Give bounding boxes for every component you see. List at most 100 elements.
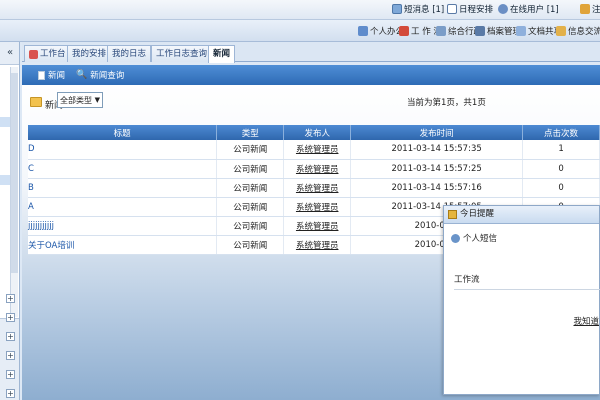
news-clicks: 0: [522, 159, 600, 179]
news-title-link[interactable]: jjjjjjjjjjj: [28, 216, 218, 236]
workflow-icon: [399, 26, 409, 36]
admin-icon: [436, 26, 446, 36]
tab-label: 工作台: [40, 48, 66, 59]
col-header-title[interactable]: 标题: [28, 125, 218, 140]
user-icon: [498, 4, 508, 14]
news-link-label: 新闻: [48, 71, 66, 81]
doc-share-icon: [516, 26, 526, 36]
popup-titlebar[interactable]: 今日提醒: [444, 206, 599, 224]
news-type: 公司新闻: [216, 216, 285, 236]
left-nav-tree: [0, 64, 19, 319]
expand-icon[interactable]: +: [6, 332, 15, 341]
divider: [454, 289, 600, 290]
tab-work-log-query[interactable]: 工作日志查询: [151, 45, 213, 62]
expand-icon[interactable]: +: [6, 370, 15, 379]
news-clicks: 1: [522, 140, 600, 160]
news-title-link[interactable]: C: [28, 159, 218, 179]
news-title-link[interactable]: B: [28, 178, 218, 198]
chat-icon: [556, 26, 566, 36]
tab-news[interactable]: 新闻: [208, 45, 236, 63]
news-publisher[interactable]: 系统管理员: [283, 178, 352, 198]
news-type: 公司新闻: [216, 197, 285, 217]
schedule-label: 日程安排: [459, 5, 494, 15]
workflow-reminder: 工作流: [454, 275, 480, 285]
news-subbar: 新闻 🔍 新闻查询: [22, 65, 600, 85]
schedule-link[interactable]: 日程安排: [447, 3, 493, 15]
user-message-icon: [451, 233, 460, 243]
tab-label: 我的日志: [112, 48, 147, 59]
col-header-type[interactable]: 类型: [216, 125, 285, 140]
reminder-icon: [448, 210, 457, 219]
personal-message-link[interactable]: 个人短信: [451, 232, 497, 244]
news-publisher[interactable]: 系统管理员: [283, 235, 352, 255]
expand-icon[interactable]: +: [6, 389, 15, 398]
left-scrollbar[interactable]: [10, 67, 18, 317]
tab-label: 工作日志查询: [156, 48, 208, 59]
table-row[interactable]: D 公司新闻 系统管理员 2011-03-14 15:57:35 1: [28, 140, 600, 160]
expand-icon[interactable]: +: [6, 313, 15, 322]
messages-label: 短消息 [1]: [404, 5, 445, 15]
tab-strip: 工作台 我的安排 我的日志 工作日志查询 新闻: [22, 42, 600, 63]
tab-label: 新闻: [213, 49, 231, 59]
logout-link[interactable]: 注: [580, 3, 600, 15]
module-archive[interactable]: 档案管理: [475, 25, 521, 37]
left-nav-item[interactable]: [0, 175, 10, 185]
news-query-link[interactable]: 🔍 新闻查询: [76, 69, 124, 81]
news-type: 公司新闻: [216, 178, 285, 198]
module-personal-office[interactable]: 个人办公: [358, 25, 404, 37]
online-users-label: 在线用户 [1]: [510, 5, 559, 15]
news-clicks: 0: [522, 178, 600, 198]
module-toolbar: 个人办公 工 作 流 综合行政 档案管理 文档共享 信息交流: [0, 20, 600, 42]
dropdown-arrow-icon: ▼: [94, 96, 100, 104]
news-publisher[interactable]: 系统管理员: [283, 197, 352, 217]
left-nav-panel: « + + + + + +: [0, 42, 20, 400]
logout-label: 注: [592, 5, 600, 15]
module-info-exchange[interactable]: 信息交流: [556, 25, 600, 37]
left-nav-item[interactable]: [0, 117, 10, 127]
news-title-link[interactable]: D: [28, 140, 218, 160]
expand-icon[interactable]: +: [6, 294, 15, 303]
person-icon: [358, 26, 368, 36]
expand-icon[interactable]: +: [6, 351, 15, 360]
news-type: 公司新闻: [216, 140, 285, 160]
news-title-link[interactable]: A: [28, 197, 218, 217]
news-time: 2011-03-14 15:57:16: [350, 178, 524, 198]
news-publisher[interactable]: 系统管理员: [283, 159, 352, 179]
news-type-value: 全部类型: [60, 95, 92, 105]
acknowledge-link[interactable]: 我知道: [573, 315, 599, 327]
news-publisher[interactable]: 系统管理员: [283, 216, 352, 236]
module-label: 信息交流: [568, 27, 600, 37]
watermark: 知乎 @蚂: [512, 358, 577, 376]
online-users-link[interactable]: 在线用户 [1]: [498, 3, 559, 15]
archive-icon: [475, 26, 485, 36]
news-type: 公司新闻: [216, 235, 285, 255]
tab-my-schedule[interactable]: 我的安排: [67, 45, 112, 62]
message-icon: [392, 4, 402, 14]
news-title-link[interactable]: 关于OA培训: [28, 235, 218, 255]
search-icon: 🔍: [76, 70, 88, 80]
folder-icon: [30, 96, 42, 107]
collapse-panel-icon[interactable]: «: [2, 46, 18, 60]
news-type: 公司新闻: [216, 159, 285, 179]
col-header-time[interactable]: 发布时间: [350, 125, 524, 140]
table-header-row: 标题 类型 发布人 发布时间 点击次数: [28, 125, 600, 140]
news-type-select[interactable]: 全部类型 ▼: [57, 92, 103, 108]
page-info: 当前为第1页，共1页: [407, 98, 486, 108]
news-publisher[interactable]: 系统管理员: [283, 140, 352, 160]
news-time: 2011-03-14 15:57:25: [350, 159, 524, 179]
messages-link[interactable]: 短消息 [1]: [392, 3, 444, 15]
news-link[interactable]: 新闻: [38, 69, 65, 81]
table-row[interactable]: B 公司新闻 系统管理员 2011-03-14 15:57:16 0: [28, 178, 600, 198]
popup-title: 今日提醒: [460, 209, 495, 219]
table-row[interactable]: C 公司新闻 系统管理员 2011-03-14 15:57:25 0: [28, 159, 600, 179]
left-scrollbar-thumb[interactable]: [11, 73, 18, 273]
home-icon: [29, 49, 38, 59]
tab-label: 我的安排: [72, 48, 107, 59]
personal-message-label: 个人短信: [463, 234, 498, 244]
col-header-clicks[interactable]: 点击次数: [522, 125, 600, 140]
news-doc-icon: [38, 70, 45, 80]
tab-workbench[interactable]: 工作台: [24, 45, 71, 62]
top-status-bar: 短消息 [1] 日程安排 在线用户 [1] 注: [0, 0, 600, 20]
tab-my-log[interactable]: 我的日志: [107, 45, 152, 62]
col-header-publisher[interactable]: 发布人: [283, 125, 352, 140]
